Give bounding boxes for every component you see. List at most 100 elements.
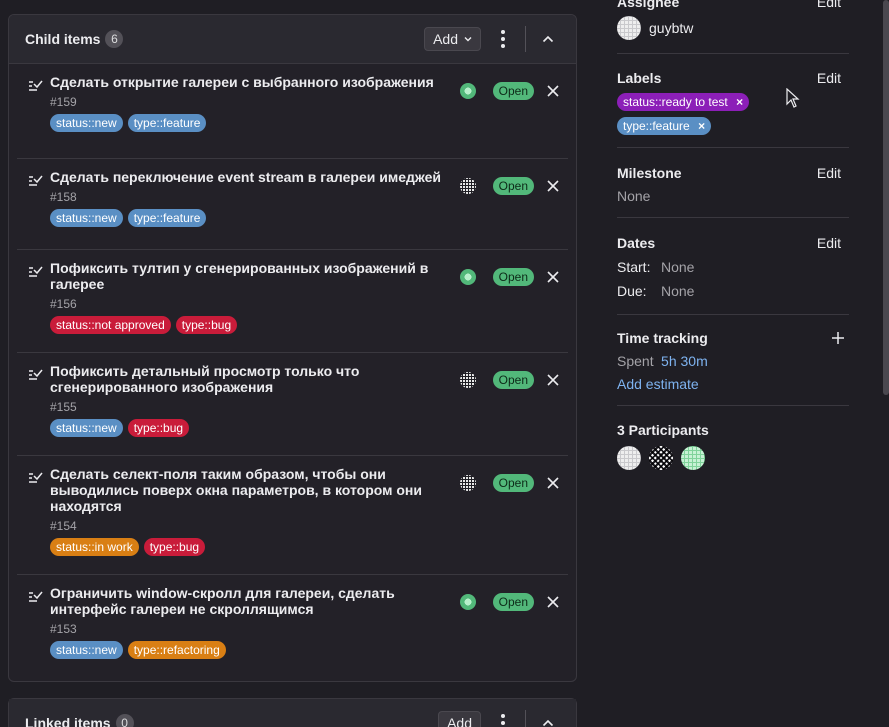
collapse-button[interactable] [536, 711, 560, 727]
task-done-icon [29, 266, 43, 277]
linked-items-actions: Add [438, 709, 560, 727]
add-estimate-link[interactable]: Add estimate [617, 376, 849, 392]
add-linked-label: Add [447, 715, 472, 727]
green-avatar[interactable] [459, 594, 476, 610]
label-badge[interactable]: status::new [50, 209, 123, 227]
label-badge[interactable]: status::not approved [50, 316, 171, 334]
assignee-row[interactable]: guybtw [617, 16, 849, 40]
close-icon[interactable] [546, 595, 560, 609]
item-labels: status::new type::feature [50, 114, 450, 132]
dates-edit-button[interactable]: Edit [817, 235, 841, 251]
labels-edit-button[interactable]: Edit [817, 70, 841, 86]
label-text: type::feature [623, 119, 690, 133]
item-title[interactable]: Сделать переключение event stream в гале… [50, 169, 455, 185]
participant-avatar[interactable] [649, 446, 673, 470]
pattern-avatar[interactable] [459, 475, 476, 491]
label-badge[interactable]: type::refactoring [127, 641, 226, 659]
plus-icon[interactable] [831, 331, 845, 345]
add-linked-button[interactable]: Add [438, 711, 481, 727]
close-icon[interactable] [546, 84, 560, 98]
start-date-label: Start: [617, 259, 651, 275]
item-title[interactable]: Ограничить window-скролл для галереи, сд… [50, 585, 430, 617]
item-body: Сделать селект-поля таким образом, чтобы… [50, 466, 435, 556]
item-labels: status::new type::refactoring [50, 641, 430, 659]
labels-section: Labels Edit status::ready to test × type… [617, 70, 849, 148]
status-badge: Open [492, 82, 534, 100]
task-done-icon [29, 175, 43, 186]
green-avatar[interactable] [459, 83, 476, 99]
item-body: Сделать переключение event stream в гале… [50, 169, 455, 227]
close-icon[interactable] [546, 270, 560, 284]
more-actions-button[interactable] [489, 709, 517, 727]
item-number: #154 [50, 519, 77, 533]
item-title[interactable]: Сделать селект-поля таким образом, чтобы… [50, 466, 435, 514]
linked-items-count: 0 [115, 714, 134, 727]
due-date-row: Due: None [617, 283, 849, 299]
participant-avatar[interactable] [681, 446, 705, 470]
label-badge[interactable]: type::feature × [617, 117, 712, 135]
label-badge[interactable]: status::ready to test × [617, 93, 750, 111]
label-badge[interactable]: type::feature [127, 209, 207, 227]
label-badge[interactable]: status::new [50, 419, 123, 437]
assignee-section: Assignee Edit guybtw [617, 0, 849, 54]
assignee-name[interactable]: guybtw [649, 20, 693, 36]
item-title[interactable]: Пофиксить тултип у сгенерированных изобр… [50, 260, 435, 292]
item-body: Ограничить window-скролл для галереи, сд… [50, 585, 430, 659]
task-done-icon [29, 369, 43, 380]
more-actions-button[interactable] [489, 25, 517, 53]
start-date-row: Start: None [617, 259, 849, 275]
list-item[interactable]: Сделать переключение event stream в гале… [17, 159, 568, 250]
participants-list [617, 446, 849, 470]
label-badge[interactable]: type::bug [143, 538, 206, 556]
kebab-icon [501, 29, 505, 50]
due-date-value: None [661, 283, 695, 299]
add-child-button[interactable]: Add [424, 27, 481, 51]
close-icon[interactable] [546, 373, 560, 387]
item-labels: status::new type::bug [50, 419, 380, 437]
green-avatar[interactable] [459, 269, 476, 285]
list-item[interactable]: Пофиксить тултип у сгенерированных изобр… [17, 250, 568, 353]
collapse-button[interactable] [536, 27, 560, 51]
time-spent-row: Spent 5h 30m [617, 353, 849, 371]
assignee-edit-button[interactable]: Edit [817, 0, 841, 10]
child-items-actions: Add [424, 25, 560, 53]
item-meta: Open [459, 268, 560, 286]
milestone-title: Milestone [617, 165, 682, 181]
due-date-label: Due: [617, 283, 647, 299]
status-badge: Open [492, 371, 534, 389]
page-scrollbar[interactable] [883, 0, 889, 395]
chevron-up-icon [542, 35, 554, 43]
list-item[interactable]: Ограничить window-скролл для галереи, сд… [17, 575, 568, 679]
chevron-up-icon [542, 719, 554, 727]
milestone-edit-button[interactable]: Edit [817, 165, 841, 181]
item-number: #153 [50, 622, 77, 636]
label-badge[interactable]: type::bug [175, 316, 238, 334]
item-title[interactable]: Пофиксить детальный просмотр только что … [50, 363, 380, 395]
label-badge[interactable]: status::new [50, 641, 123, 659]
list-item[interactable]: Сделать селект-поля таким образом, чтобы… [17, 456, 568, 575]
label-badge[interactable]: type::bug [127, 419, 190, 437]
item-labels: status::new type::feature [50, 209, 455, 227]
remove-label-icon[interactable]: × [736, 95, 743, 109]
list-item[interactable]: Сделать открытие галереи с выбранного из… [17, 64, 568, 159]
remove-label-icon[interactable]: × [698, 119, 705, 133]
assignee-head: Assignee Edit [617, 0, 849, 10]
assignee-avatar[interactable] [617, 16, 641, 40]
pattern-avatar[interactable] [459, 372, 476, 388]
label-badge[interactable]: type::feature [127, 114, 207, 132]
dates-head: Dates Edit [617, 235, 849, 251]
assignee-title: Assignee [617, 0, 680, 10]
list-item[interactable]: Пофиксить детальный просмотр только что … [17, 353, 568, 456]
pattern-avatar[interactable] [459, 178, 476, 194]
item-title[interactable]: Сделать открытие галереи с выбранного из… [50, 74, 450, 90]
close-icon[interactable] [546, 179, 560, 193]
close-icon[interactable] [546, 476, 560, 490]
time-tracking-section: Time tracking Spent 5h 30m Add estimate [617, 330, 849, 406]
time-spent-value[interactable]: 5h 30m [661, 353, 708, 369]
label-badge[interactable]: status::new [50, 114, 123, 132]
time-spent-label: Spent [617, 353, 654, 369]
label-badge[interactable]: status::in work [50, 538, 139, 556]
status-badge: Open [492, 177, 534, 195]
participant-avatar[interactable] [617, 446, 641, 470]
item-number: #158 [50, 190, 77, 204]
